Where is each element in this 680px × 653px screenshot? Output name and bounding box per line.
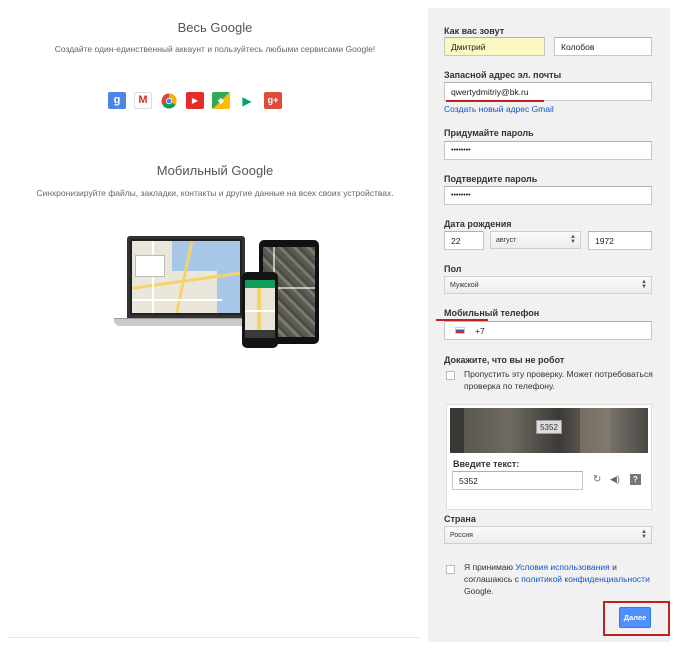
birth-month-select[interactable]: август ▲ ▼ bbox=[490, 231, 581, 249]
laptop-base bbox=[114, 318, 260, 326]
password-label: Придумайте пароль bbox=[444, 128, 534, 138]
captcha-image: 5352 bbox=[450, 408, 648, 453]
captcha-label: Введите текст: bbox=[453, 459, 520, 469]
last-name-input[interactable]: Колобов bbox=[554, 37, 652, 56]
select-arrows-icon: ▲ ▼ bbox=[641, 529, 647, 540]
promo-panel: Весь Google Создайте один-единственный а… bbox=[0, 0, 430, 653]
robot-check-label: Докажите, что вы не робот bbox=[444, 355, 565, 365]
email-input[interactable]: qwertydmitriy@bk.ru bbox=[444, 82, 652, 101]
create-gmail-link[interactable]: Создать новый адрес Gmail bbox=[444, 104, 554, 114]
next-button[interactable]: Далее bbox=[619, 607, 651, 628]
gender-select[interactable]: Мужской ▲ ▼ bbox=[444, 276, 652, 294]
terms-of-service-link[interactable]: Условия использования bbox=[515, 562, 609, 572]
skip-verification-checkbox[interactable] bbox=[446, 371, 455, 380]
country-select[interactable]: Россия ▲ ▼ bbox=[444, 526, 652, 544]
mobile-google-title: Мобильный Google bbox=[156, 163, 274, 178]
first-name-input[interactable]: Дмитрий bbox=[444, 37, 545, 56]
russia-flag-icon[interactable] bbox=[455, 327, 465, 334]
phone-label: Мобильный телефон bbox=[444, 308, 540, 318]
terms-text: Я принимаю Условия использования и согла… bbox=[464, 561, 654, 597]
phone-input[interactable]: +7 bbox=[444, 321, 652, 340]
skip-verification-text: Пропустить эту проверку. Может потребова… bbox=[464, 369, 653, 391]
gender-value: Мужской bbox=[450, 281, 479, 289]
captcha-box: 5352 Введите текст: 5352 ↻ ◀) ? bbox=[446, 404, 652, 510]
maps-icon: ◆ bbox=[212, 92, 230, 109]
mobile-google-description: Синхронизируйте файлы, закладки, контакт… bbox=[36, 188, 394, 198]
birthdate-label: Дата рождения bbox=[444, 219, 512, 229]
gender-label: Пол bbox=[444, 264, 462, 274]
refresh-icon[interactable]: ↻ bbox=[593, 474, 601, 485]
terms-text-pre: Я принимаю bbox=[464, 562, 513, 572]
country-value: Россия bbox=[450, 531, 473, 539]
birth-day-input[interactable]: 22 bbox=[444, 231, 484, 250]
email-label: Запасной адрес эл. почты bbox=[444, 70, 562, 80]
footer-divider bbox=[8, 637, 420, 638]
app-icons-row: g M ▶ ◆ ▶ g+ bbox=[108, 92, 282, 109]
terms-checkbox[interactable] bbox=[446, 565, 455, 574]
chrome-icon bbox=[160, 92, 178, 109]
privacy-policy-link[interactable]: политикой конфиденциальности bbox=[521, 574, 650, 584]
phone-value: +7 bbox=[475, 325, 485, 336]
confirm-password-label: Подтвердите пароль bbox=[444, 174, 538, 184]
email-highlight-underline bbox=[446, 100, 544, 102]
audio-icon[interactable]: ◀) bbox=[610, 474, 620, 485]
signup-form: Как вас зовут Дмитрий Колобов Запасной а… bbox=[428, 8, 670, 642]
all-google-title: Весь Google bbox=[177, 20, 253, 35]
confirm-password-input[interactable]: •••••••• bbox=[444, 186, 652, 205]
google-search-icon: g bbox=[108, 92, 126, 109]
terms-text-post: Google. bbox=[464, 586, 494, 596]
select-arrows-icon: ▲ ▼ bbox=[641, 279, 647, 290]
captcha-image-text: 5352 bbox=[536, 420, 562, 434]
youtube-icon: ▶ bbox=[186, 92, 204, 109]
birth-month-value: август bbox=[496, 236, 517, 244]
select-arrows-icon: ▲ ▼ bbox=[570, 234, 576, 245]
password-input[interactable]: •••••••• bbox=[444, 141, 652, 160]
name-label: Как вас зовут bbox=[444, 26, 505, 36]
birth-year-input[interactable]: 1972 bbox=[588, 231, 652, 250]
country-label: Страна bbox=[444, 514, 476, 524]
google-plus-icon: g+ bbox=[264, 92, 282, 109]
gmail-icon: M bbox=[134, 92, 152, 109]
laptop-image bbox=[127, 236, 245, 318]
help-icon[interactable]: ? bbox=[630, 474, 641, 485]
signup-page: Весь Google Создайте один-единственный а… bbox=[0, 0, 680, 653]
all-google-description: Создайте один-единственный аккаунт и пол… bbox=[54, 44, 376, 54]
captcha-input[interactable]: 5352 bbox=[452, 471, 583, 490]
phone-image bbox=[242, 272, 278, 348]
play-icon: ▶ bbox=[238, 92, 256, 109]
